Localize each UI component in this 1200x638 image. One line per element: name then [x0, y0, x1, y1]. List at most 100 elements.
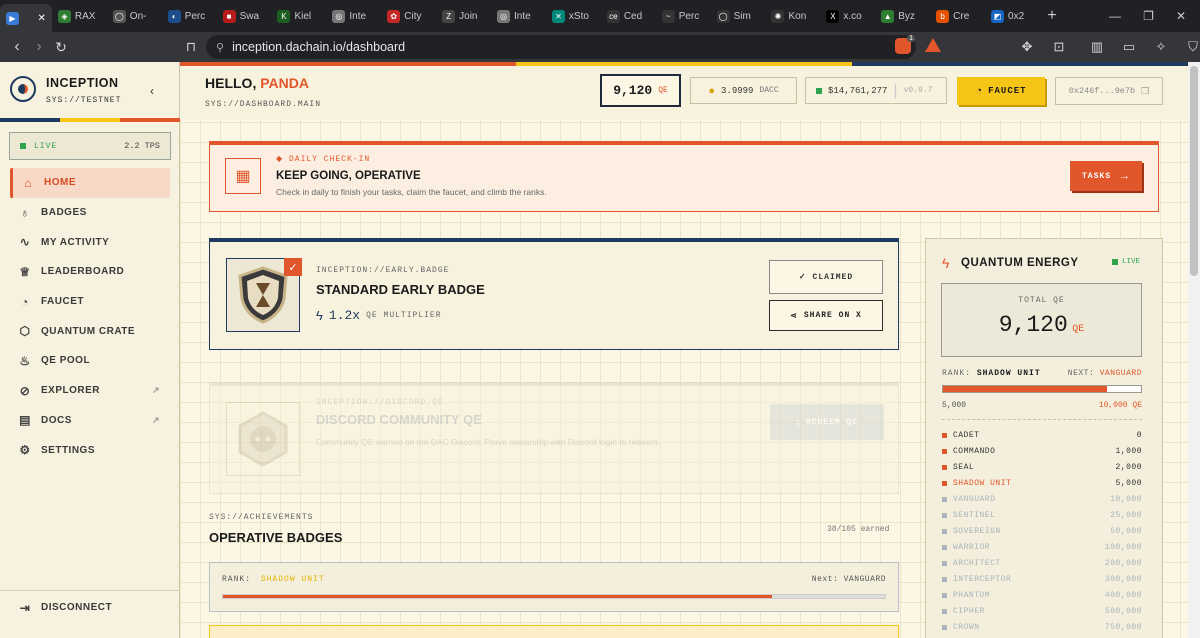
brave-rewards-icon[interactable] — [925, 38, 941, 52]
tier-value: 10,000 — [1110, 494, 1142, 504]
browser-tab[interactable]: b Cre — [930, 0, 985, 32]
search-tab-icon[interactable]: ⊡ — [1050, 38, 1068, 56]
tab-favicon-icon: ✕ — [551, 9, 565, 23]
browser-tab[interactable]: ▶ ✕ — [0, 4, 52, 32]
shield-group: 1 — [895, 35, 941, 54]
tier-marker — [942, 576, 947, 582]
browser-tab[interactable]: ◯ Sim — [711, 0, 766, 32]
operative-badges-title: OPERATIVE BADGES — [209, 530, 343, 545]
reload-icon[interactable]: ↻ — [50, 36, 72, 58]
close-tab-icon[interactable]: ✕ — [38, 13, 46, 24]
tier-marker — [942, 560, 947, 566]
coin-icon: ● — [708, 84, 716, 97]
restore-icon[interactable]: ❐ — [1143, 9, 1154, 23]
browser-tab[interactable]: ◩ 0x2 — [985, 0, 1040, 32]
dacc-value: 3.9999 — [721, 85, 754, 96]
tab-favicon-icon: ▶ — [6, 11, 19, 25]
sidebar-item-leaderboard[interactable]: ♕ LEADERBOARD — [0, 257, 180, 287]
sidebar-item-badges[interactable]: ♁ BADGES — [0, 198, 180, 228]
sidebar-item-my-activity[interactable]: ∿ MY ACTIVITY — [0, 227, 180, 257]
url-bar[interactable]: ⚲ inception.dachain.io/dashboard ⇪ — [206, 35, 916, 59]
browser-tab[interactable]: ◈ RAX — [52, 0, 107, 32]
browser-tab[interactable]: ✺ Kon — [765, 0, 820, 32]
sidebar-item-docs[interactable]: ▤ DOCS ↗ — [0, 406, 180, 436]
new-tab-button[interactable]: + — [1040, 7, 1064, 25]
scrollbar-thumb[interactable] — [1190, 66, 1198, 276]
rank-tier-row: SEAL 2,000 — [942, 459, 1142, 475]
tier-name: PHANTOM — [953, 590, 991, 600]
browser-tab[interactable]: K Kiel — [271, 0, 326, 32]
tab-favicon-icon: ◎ — [497, 9, 511, 23]
redeem-qe-button[interactable]: ⤓ REDEEM QE — [770, 404, 884, 440]
brave-shield-icon[interactable]: 1 — [895, 35, 915, 54]
browser-tab[interactable]: ✕ xSto — [546, 0, 601, 32]
tab-favicon-icon: X — [826, 9, 840, 23]
browser-tab[interactable]: Z Join — [436, 0, 491, 32]
faucet-button[interactable]: ◔ FAUCET — [957, 77, 1045, 105]
sidebar-item-faucet[interactable]: ◔ FAUCET — [0, 287, 180, 317]
browser-tab[interactable]: ◎ Inte — [491, 0, 546, 32]
tier-name: SOVEREIGN — [953, 526, 1001, 536]
sidebar-item-quantum-crate[interactable]: ⬡ QUANTUM CRATE — [0, 316, 180, 346]
browser-tab[interactable]: ✿ City — [381, 0, 436, 32]
badge-path: INCEPTION://EARLY.BADGE — [316, 266, 450, 275]
tab-label: On- — [129, 10, 147, 22]
browser-tab[interactable]: ◯ On- — [107, 0, 162, 32]
energy-max: 10,000 QE — [1098, 401, 1142, 410]
tasks-button[interactable]: TASKS → — [1070, 161, 1142, 191]
tab-label: Ced — [623, 10, 643, 22]
browser-tab[interactable]: ~ Perc — [656, 0, 711, 32]
checkin-description: Check in daily to finish your tasks, cla… — [276, 187, 547, 197]
tier-marker — [942, 480, 947, 486]
close-window-icon[interactable]: ✕ — [1176, 9, 1186, 23]
tab-favicon-icon: ~ — [661, 9, 675, 23]
tier-value: 750,000 — [1104, 622, 1142, 632]
price-status-dot — [816, 87, 822, 94]
sidebar-toggle-icon[interactable]: ▥ — [1088, 38, 1106, 56]
lightning-icon: ϟ — [316, 308, 323, 323]
total-qe-value: 9,120 — [998, 312, 1068, 338]
browser-tab[interactable]: Xx.co — [820, 0, 875, 32]
sidebar-item-settings[interactable]: ⚙ SETTINGS — [0, 435, 180, 465]
vpn-icon[interactable]: ⛉ — [1184, 38, 1200, 56]
extensions-icon[interactable]: ✥ — [1018, 38, 1036, 56]
total-qe-box: TOTAL QE 9,120 QE — [941, 283, 1142, 357]
app-root: INCEPTION SYS://TESTNET ‹ LIVE 2.2 TPS ⌂… — [0, 62, 1200, 638]
forward-icon[interactable]: › — [28, 36, 50, 58]
tab-label: xSto — [568, 10, 589, 22]
tier-marker — [942, 448, 947, 454]
bookmark-icon[interactable]: ⊓ — [182, 38, 200, 56]
page-scrollbar[interactable] — [1188, 62, 1200, 638]
back-icon[interactable]: ‹ — [6, 36, 28, 58]
site-info-icon[interactable]: ⚲ — [216, 41, 224, 54]
disconnect-button[interactable]: ⇥ DISCONNECT — [0, 593, 180, 623]
tab-label: Perc — [184, 10, 206, 22]
minimize-icon[interactable]: — — [1109, 9, 1121, 23]
sidebar-item-explorer[interactable]: ⊘ EXPLORER ↗ — [0, 376, 180, 406]
browser-tab[interactable]: ▲ Byz — [875, 0, 930, 32]
tier-value: 2,000 — [1115, 462, 1142, 472]
browser-tab[interactable]: ◎ Inte — [326, 0, 381, 32]
wallet-address[interactable]: 0x246f...9e7b ❐ — [1055, 77, 1163, 105]
browser-tab[interactable]: ◐ Perc — [162, 0, 217, 32]
rank-tier-row: SHADOW UNIT 5,000 — [942, 475, 1142, 491]
sidebar-item-label: BADGES — [41, 207, 87, 219]
claimed-button: ✓ CLAIMED — [769, 260, 883, 294]
copy-icon[interactable]: ❐ — [1141, 86, 1149, 97]
collapse-sidebar-icon[interactable]: ‹ — [150, 84, 154, 98]
tab-favicon-icon: ◯ — [716, 9, 730, 23]
tier-marker — [942, 592, 947, 598]
droplet-icon: ◔ — [21, 294, 29, 309]
leo-ai-icon[interactable]: ✧ — [1152, 38, 1170, 56]
wallet-icon[interactable]: ▭ — [1120, 38, 1138, 56]
tab-favicon-icon: ▲ — [881, 9, 895, 23]
tab-label: Kon — [788, 10, 807, 22]
sidebar-item-qe-pool[interactable]: ♨ QE POOL — [0, 346, 180, 376]
price-value: $14,761,277 — [828, 85, 888, 96]
browser-tab[interactable]: ce Ced — [601, 0, 656, 32]
tab-favicon-icon: K — [277, 9, 291, 23]
sidebar-item-home[interactable]: ⌂ HOME — [10, 168, 170, 198]
browser-tab[interactable]: ■ Swa — [217, 0, 272, 32]
share-on-x-button[interactable]: ⋖ SHARE ON X — [769, 300, 883, 331]
energy-rank-label: RANK: — [942, 369, 972, 378]
